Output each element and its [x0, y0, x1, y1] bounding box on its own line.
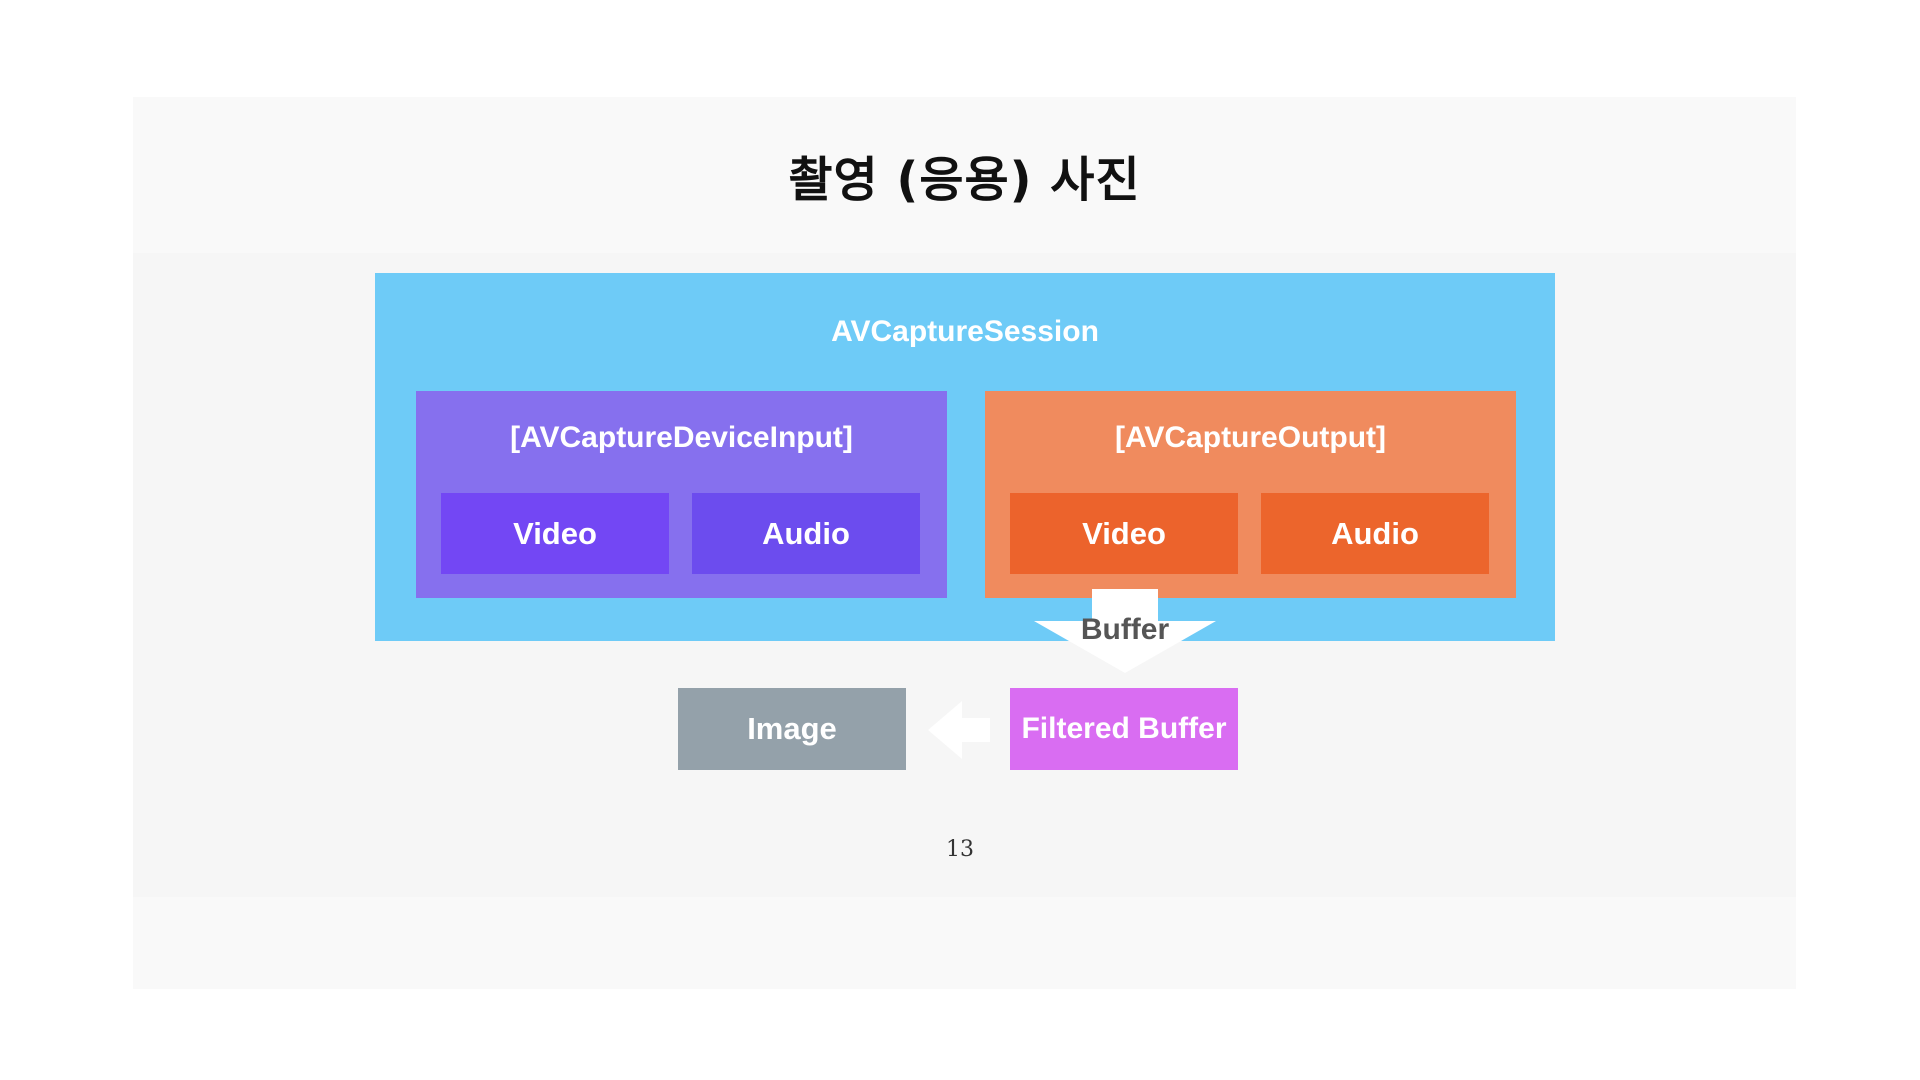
input-video-box: Video	[441, 493, 669, 574]
footer-area	[133, 897, 1796, 989]
input-audio-box: Audio	[692, 493, 920, 574]
output-audio-box: Audio	[1261, 493, 1489, 574]
image-box: Image	[678, 688, 906, 770]
capture-output-group: [AVCaptureOutput] Video Audio	[985, 391, 1516, 598]
slide-title: 촬영 (응용) 사진	[788, 152, 1141, 208]
buffer-label: Buffer	[1080, 613, 1170, 646]
title-area: 촬영 (응용) 사진	[133, 97, 1796, 253]
device-input-group: [AVCaptureDeviceInput] Video Audio	[416, 391, 947, 598]
capture-session-label: AVCaptureSession	[831, 315, 1099, 348]
filtered-buffer-box: Filtered Buffer	[1010, 688, 1238, 770]
capture-output-label: [AVCaptureOutput]	[1114, 421, 1387, 454]
page-number: 13	[946, 837, 974, 862]
device-input-label: [AVCaptureDeviceInput]	[510, 421, 853, 454]
output-video-box: Video	[1010, 493, 1238, 574]
left-arrow-icon	[928, 701, 990, 759]
capture-session-box: AVCaptureSession [AVCaptureDeviceInput] …	[375, 273, 1555, 641]
